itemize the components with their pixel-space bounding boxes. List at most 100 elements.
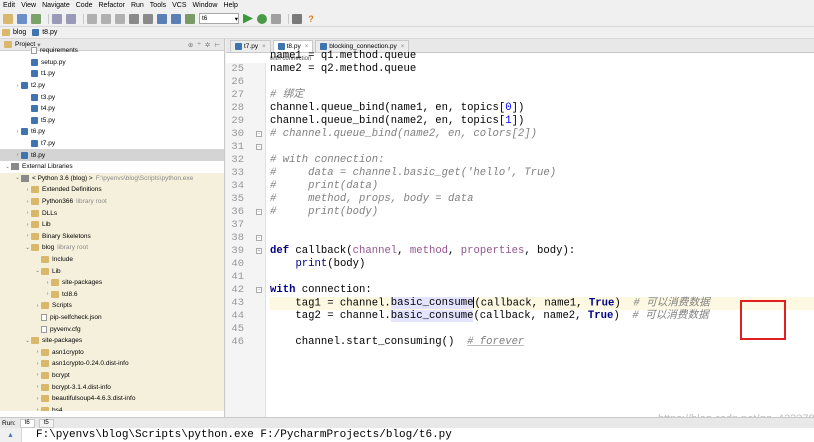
fold-marker-icon[interactable]: −	[256, 131, 262, 137]
chevron-right-icon[interactable]: ›	[34, 384, 41, 390]
sync-icon[interactable]	[31, 13, 41, 24]
tree-item[interactable]: › t8.py	[0, 149, 224, 161]
chevron-right-icon[interactable]: ›	[24, 222, 31, 228]
fold-marker-icon[interactable]: −	[256, 144, 262, 150]
paste-icon[interactable]	[115, 13, 125, 24]
menu-item-edit[interactable]: Edit	[3, 0, 15, 11]
tree-item[interactable]: › t2.py	[0, 80, 224, 92]
chevron-down-icon[interactable]: ⌄	[24, 245, 31, 251]
undo-icon[interactable]	[52, 13, 62, 24]
menu-item-refactor[interactable]: Refactor	[98, 0, 124, 11]
chevron-down-icon[interactable]: ⌄	[34, 268, 41, 274]
tree-item[interactable]: › bcrypt-3.1.4.dist-info	[0, 381, 224, 393]
tree-item[interactable]: › site-packages	[0, 276, 224, 289]
chevron-down-icon[interactable]: ⌄	[14, 175, 21, 181]
close-icon[interactable]: ×	[401, 44, 405, 50]
tree-item[interactable]: › Extended Definitions	[0, 184, 224, 196]
tree-item[interactable]: ⌄ site-packages	[0, 334, 224, 347]
menu-item-help[interactable]: Help	[223, 0, 237, 11]
fold-marker-icon[interactable]: +	[256, 248, 262, 254]
run-icon[interactable]	[243, 13, 253, 24]
run-config-select[interactable]: t6 ▾	[199, 13, 239, 24]
chevron-right-icon[interactable]: ›	[14, 152, 21, 158]
save-icon[interactable]	[17, 13, 27, 24]
fold-marker-icon[interactable]: −	[256, 209, 262, 215]
redo-icon[interactable]	[66, 13, 76, 24]
tree-item[interactable]: t3.py	[0, 91, 224, 103]
tree-item[interactable]: › bs4	[0, 404, 224, 411]
up-arrow-icon[interactable]: ▲	[7, 432, 14, 439]
chevron-right-icon[interactable]: ›	[34, 396, 41, 402]
tree-item[interactable]: ⌄ < Python 3.6 (blog) > F:\pyenvs\blog\Scr…	[0, 172, 224, 185]
cut-icon[interactable]	[87, 13, 97, 24]
tree-item[interactable]: ⌄ Lib	[0, 265, 224, 277]
menu-item-window[interactable]: Window	[193, 0, 218, 11]
menu-item-view[interactable]: View	[21, 0, 36, 11]
breadcrumb-item-project[interactable]: blog	[2, 29, 26, 36]
chevron-right-icon[interactable]: ›	[34, 303, 41, 309]
debug-icon[interactable]	[257, 13, 267, 24]
chevron-right-icon[interactable]: ›	[34, 361, 41, 367]
chevron-right-icon[interactable]: ›	[34, 407, 41, 411]
tree-item[interactable]: › asn1crypto-0.24.0.dist-info	[0, 358, 224, 370]
tree-item[interactable]: pyvenv.cfg	[0, 323, 224, 335]
tree-item[interactable]: › t6.py	[0, 126, 224, 138]
chevron-right-icon[interactable]: ›	[14, 83, 21, 89]
menu-item-run[interactable]: Run	[131, 0, 144, 11]
help-icon[interactable]: ?	[306, 14, 316, 24]
chevron-right-icon[interactable]: ›	[14, 129, 21, 135]
breadcrumb-item-file[interactable]: t8.py	[32, 29, 57, 36]
tree-item[interactable]: › DLLs	[0, 207, 224, 219]
tree-item[interactable]: setup.py	[0, 57, 224, 69]
tree-item[interactable]: › bcrypt	[0, 369, 224, 382]
code-area[interactable]: name1 = q1.method.queue name2 = q2.metho…	[270, 50, 814, 417]
chevron-down-icon[interactable]: ⌄	[24, 338, 31, 344]
tree-item[interactable]: › beautifulsoup4-4.6.3.dist-info	[0, 392, 224, 405]
tree-item[interactable]: requirements	[0, 45, 224, 57]
chevron-right-icon[interactable]: ›	[34, 349, 41, 355]
chevron-right-icon[interactable]: ›	[44, 280, 51, 286]
tree-item[interactable]: t7.py	[0, 138, 224, 150]
build-icon[interactable]	[185, 13, 195, 24]
tree-item[interactable]: pip-selfcheck.json	[0, 311, 224, 324]
code-editor[interactable]: with connection 25 26 27 28 29 30 31 32 33 34 35 36…	[226, 50, 814, 425]
tree-item[interactable]: ⌄ blog library root	[0, 242, 224, 254]
find-icon[interactable]	[129, 13, 139, 24]
chevron-down-icon[interactable]: ⌄	[4, 164, 11, 170]
tree-item[interactable]: › Lib	[0, 218, 224, 231]
chevron-right-icon[interactable]: ›	[44, 291, 51, 297]
chevron-right-icon[interactable]: ›	[24, 187, 31, 193]
copy-icon[interactable]	[101, 13, 111, 24]
tree-item[interactable]: t5.py	[0, 115, 224, 127]
fold-marker-icon[interactable]: −	[256, 235, 262, 241]
close-icon[interactable]: ×	[305, 44, 309, 50]
chevron-right-icon[interactable]: ›	[34, 372, 41, 378]
run-tab-t5[interactable]: t5	[38, 418, 54, 428]
chevron-right-icon[interactable]: ›	[24, 210, 31, 216]
tree-item[interactable]: › Binary Skeletons	[0, 230, 224, 243]
menu-item-vcs[interactable]: VCS	[172, 0, 186, 11]
fold-marker-icon[interactable]: −	[256, 287, 262, 293]
tree-item[interactable]: ⌄ External Libraries	[0, 161, 224, 173]
tree-item[interactable]: › Scripts	[0, 300, 224, 312]
tab-t7-py[interactable]: t7.py ×	[230, 40, 271, 52]
replace-icon[interactable]	[143, 13, 153, 24]
menu-item-navigate[interactable]: Navigate	[42, 0, 70, 11]
back-icon[interactable]	[157, 13, 167, 24]
tree-item[interactable]: › Python366 library root	[0, 195, 224, 208]
open-icon[interactable]	[3, 13, 13, 24]
tree-item[interactable]: t4.py	[0, 103, 224, 115]
menu-item-tools[interactable]: Tools	[150, 0, 166, 11]
settings-icon[interactable]	[292, 13, 302, 24]
run-console[interactable]: ▲ F:\pyenvs\blog\Scripts\python.exe F:/P…	[0, 428, 814, 442]
chevron-right-icon[interactable]: ›	[24, 233, 31, 239]
tree-item[interactable]: › asn1crypto	[0, 346, 224, 359]
forward-icon[interactable]	[171, 13, 181, 24]
tree-item[interactable]: t1.py	[0, 68, 224, 80]
menu-item-code[interactable]: Code	[76, 0, 93, 11]
chevron-right-icon[interactable]: ›	[24, 199, 31, 205]
run-tab-t6[interactable]: t6	[19, 418, 35, 428]
tree-item[interactable]: › tcl8.6	[0, 288, 224, 301]
tree-item[interactable]: Include	[0, 253, 224, 266]
close-icon[interactable]: ×	[262, 44, 266, 50]
